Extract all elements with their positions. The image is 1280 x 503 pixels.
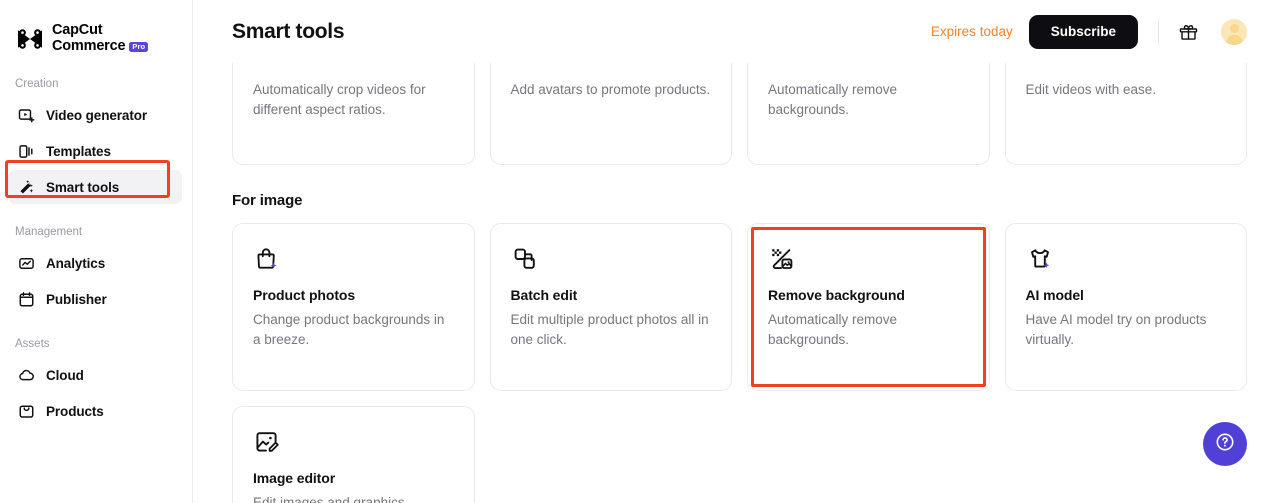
card-description: Automatically remove backgrounds. bbox=[768, 80, 969, 121]
sidebar-item-cloud[interactable]: Cloud bbox=[8, 358, 182, 392]
card-description: Have AI model try on products virtually. bbox=[1026, 310, 1227, 351]
topbar-actions: Expires today Subscribe bbox=[931, 15, 1247, 49]
sidebar-item-templates[interactable]: Templates bbox=[8, 134, 182, 168]
sidebar-item-label: Smart tools bbox=[46, 180, 119, 195]
sidebar-item-label: Analytics bbox=[46, 256, 105, 271]
card-auto-crop[interactable]: Automatically crop videos for different … bbox=[232, 63, 475, 165]
card-image-editor[interactable]: Image editor Edit images and graphics bbox=[232, 406, 475, 503]
sidebar-item-label: Publisher bbox=[46, 292, 107, 307]
card-title: AI model bbox=[1026, 287, 1227, 303]
card-description: Change product backgrounds in a breeze. bbox=[253, 310, 454, 351]
card-batch-edit[interactable]: Batch edit Edit multiple product photos … bbox=[490, 223, 733, 391]
sidebar: CapCut Commerce Pro Creation Video gener… bbox=[0, 0, 193, 503]
avatar[interactable] bbox=[1221, 19, 1247, 45]
for-image-card-grid: Product photos Change product background… bbox=[232, 223, 1247, 391]
smart-tools-icon bbox=[17, 178, 35, 196]
sidebar-group-label-assets: Assets bbox=[0, 338, 192, 350]
sidebar-item-label: Cloud bbox=[46, 368, 84, 383]
page-title: Smart tools bbox=[232, 20, 344, 44]
card-remove-background[interactable]: Remove background Automatically remove b… bbox=[747, 223, 990, 391]
card-description: Add avatars to promote products. bbox=[511, 80, 712, 100]
sidebar-item-video-generator[interactable]: Video generator bbox=[8, 98, 182, 132]
topbar-divider bbox=[1158, 21, 1159, 43]
brand-name-line2: Commerce bbox=[52, 39, 125, 55]
scroll-content: Automatically crop videos for different … bbox=[193, 63, 1280, 503]
sidebar-item-analytics[interactable]: Analytics bbox=[8, 246, 182, 280]
card-description: Automatically crop videos for different … bbox=[253, 80, 454, 121]
help-question-icon bbox=[1214, 431, 1236, 458]
card-video-remove-background[interactable]: Automatically remove backgrounds. bbox=[747, 63, 990, 165]
card-description: Edit multiple product photos all in one … bbox=[511, 310, 712, 351]
card-product-photos[interactable]: Product photos Change product background… bbox=[232, 223, 475, 391]
sidebar-group-label-creation: Creation bbox=[0, 78, 192, 90]
sidebar-item-publisher[interactable]: Publisher bbox=[8, 282, 182, 316]
product-bag-sparkle-icon bbox=[253, 245, 281, 273]
expires-label: Expires today bbox=[931, 24, 1013, 39]
avatar-body bbox=[1226, 35, 1243, 45]
sidebar-item-label: Templates bbox=[46, 144, 111, 159]
card-title: Image editor bbox=[253, 470, 454, 486]
pro-badge: Pro bbox=[129, 42, 148, 53]
analytics-icon bbox=[17, 254, 35, 272]
sidebar-item-label: Video generator bbox=[46, 108, 147, 123]
products-icon bbox=[17, 402, 35, 420]
card-ai-model[interactable]: AI model Have AI model try on products v… bbox=[1005, 223, 1248, 391]
publisher-icon bbox=[17, 290, 35, 308]
sidebar-item-label: Products bbox=[46, 404, 104, 419]
help-button[interactable] bbox=[1203, 422, 1247, 466]
for-video-card-grid: Automatically crop videos for different … bbox=[232, 63, 1247, 165]
brand-name-line1: CapCut bbox=[52, 23, 148, 39]
card-description: Edit videos with ease. bbox=[1026, 80, 1227, 100]
ai-model-shirt-icon bbox=[1026, 245, 1054, 273]
card-video-editor[interactable]: Edit videos with ease. bbox=[1005, 63, 1248, 165]
image-editor-icon bbox=[253, 428, 281, 456]
sidebar-group-label-management: Management bbox=[0, 226, 192, 238]
sidebar-item-products[interactable]: Products bbox=[8, 394, 182, 428]
templates-icon bbox=[17, 142, 35, 160]
card-description: Automatically remove backgrounds. bbox=[768, 310, 969, 351]
brand-logo-block[interactable]: CapCut Commerce Pro bbox=[0, 16, 192, 56]
batch-edit-icon bbox=[511, 245, 539, 273]
cloud-icon bbox=[17, 366, 35, 384]
gift-icon[interactable] bbox=[1176, 20, 1200, 44]
for-image-card-grid-row2: Image editor Edit images and graphics bbox=[232, 406, 1247, 503]
card-title: Remove background bbox=[768, 287, 969, 303]
subscribe-button[interactable]: Subscribe bbox=[1029, 15, 1138, 49]
section-title-for-image: For image bbox=[232, 192, 1247, 209]
sidebar-item-smart-tools[interactable]: Smart tools bbox=[8, 170, 182, 204]
remove-background-icon bbox=[768, 245, 796, 273]
card-description: Edit images and graphics bbox=[253, 493, 454, 503]
card-avatar-promo[interactable]: Add avatars to promote products. bbox=[490, 63, 733, 165]
app-root: CapCut Commerce Pro Creation Video gener… bbox=[0, 0, 1280, 503]
avatar-head bbox=[1230, 24, 1239, 33]
capcut-logo-icon bbox=[15, 27, 45, 51]
video-generator-icon bbox=[17, 106, 35, 124]
main-content: Smart tools Expires today Subscribe bbox=[193, 0, 1280, 503]
card-title: Product photos bbox=[253, 287, 454, 303]
card-title: Batch edit bbox=[511, 287, 712, 303]
topbar: Smart tools Expires today Subscribe bbox=[193, 0, 1280, 63]
